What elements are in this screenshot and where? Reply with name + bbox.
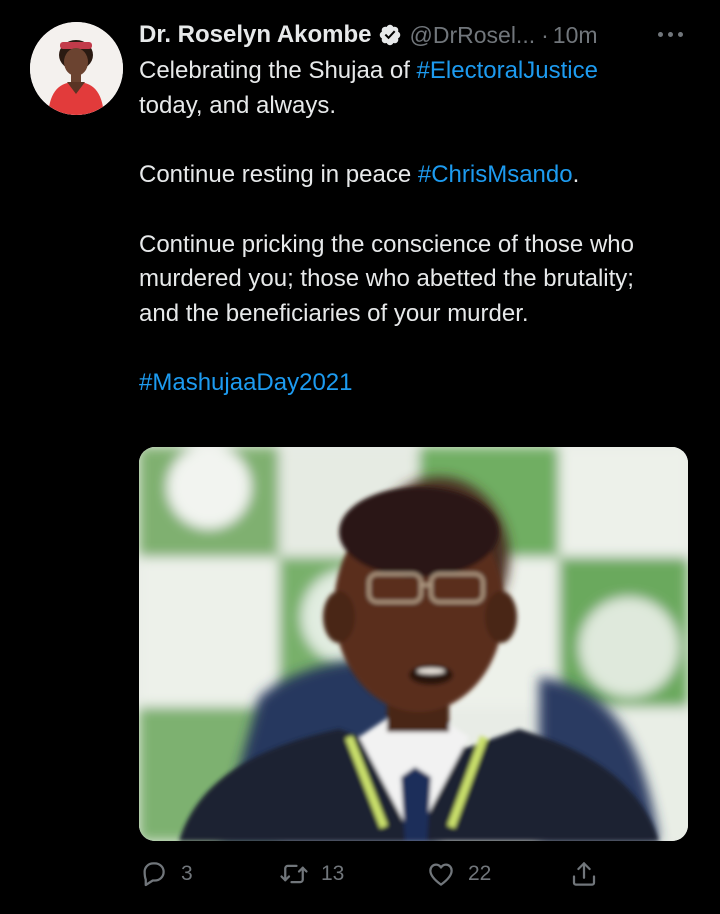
retweet-icon	[279, 859, 309, 889]
reply-count: 3	[181, 862, 193, 885]
separator-dot: ·	[541, 21, 549, 48]
more-options-icon[interactable]	[653, 24, 687, 44]
like-count: 22	[468, 862, 492, 885]
hashtag-link[interactable]: #MashujaaDay2021	[139, 369, 352, 396]
tweet-paragraph: Continue pricking the conscience of thos…	[139, 228, 669, 332]
timestamp[interactable]: 10m	[553, 22, 598, 49]
retweet-button[interactable]: 13	[279, 852, 344, 896]
avatar[interactable]	[30, 22, 123, 115]
tweet-actions: 3 13 22	[139, 852, 609, 896]
tweet-text-segment: Continue resting in peace	[139, 161, 418, 188]
tweet-text-segment: .	[572, 161, 580, 188]
tweet-text-segment: Celebrating the Shujaa of	[139, 57, 417, 84]
reply-icon	[139, 859, 169, 889]
more-dot	[677, 31, 683, 37]
reply-button[interactable]: 3	[139, 852, 193, 896]
hashtag-link[interactable]: #ChrisMsando	[418, 161, 573, 188]
more-dot	[667, 31, 673, 37]
share-button[interactable]	[569, 852, 599, 896]
tweet-text-segment: today, and always.	[139, 91, 337, 119]
tweet-paragraph: Continue resting in peace #ChrisMsando.	[139, 158, 699, 193]
verified-badge-icon	[378, 23, 402, 47]
like-button[interactable]: 22	[426, 852, 491, 896]
tweet-paragraph: Celebrating the Shujaa of #ElectoralJust…	[139, 54, 699, 123]
more-dot	[657, 31, 663, 37]
tweet-card[interactable]: Dr. Roselyn Akombe @DrRosel... · 10m Cel…	[0, 0, 720, 914]
tweet-text-segment: Continue pricking the conscience of thos…	[139, 230, 634, 327]
tweet-header: Dr. Roselyn Akombe @DrRosel... · 10m	[139, 18, 598, 52]
author-handle[interactable]: @DrRosel...	[410, 22, 536, 49]
share-icon	[569, 859, 599, 889]
tweet-text: Celebrating the Shujaa of #ElectoralJust…	[139, 54, 699, 401]
tweet-paragraph: #MashujaaDay2021	[139, 366, 699, 401]
author-name[interactable]: Dr. Roselyn Akombe	[139, 21, 372, 49]
tweet-photo[interactable]	[139, 447, 688, 841]
retweet-count: 13	[321, 862, 345, 885]
hashtag-link[interactable]: #ElectoralJustice	[417, 57, 598, 84]
like-icon	[426, 859, 456, 889]
